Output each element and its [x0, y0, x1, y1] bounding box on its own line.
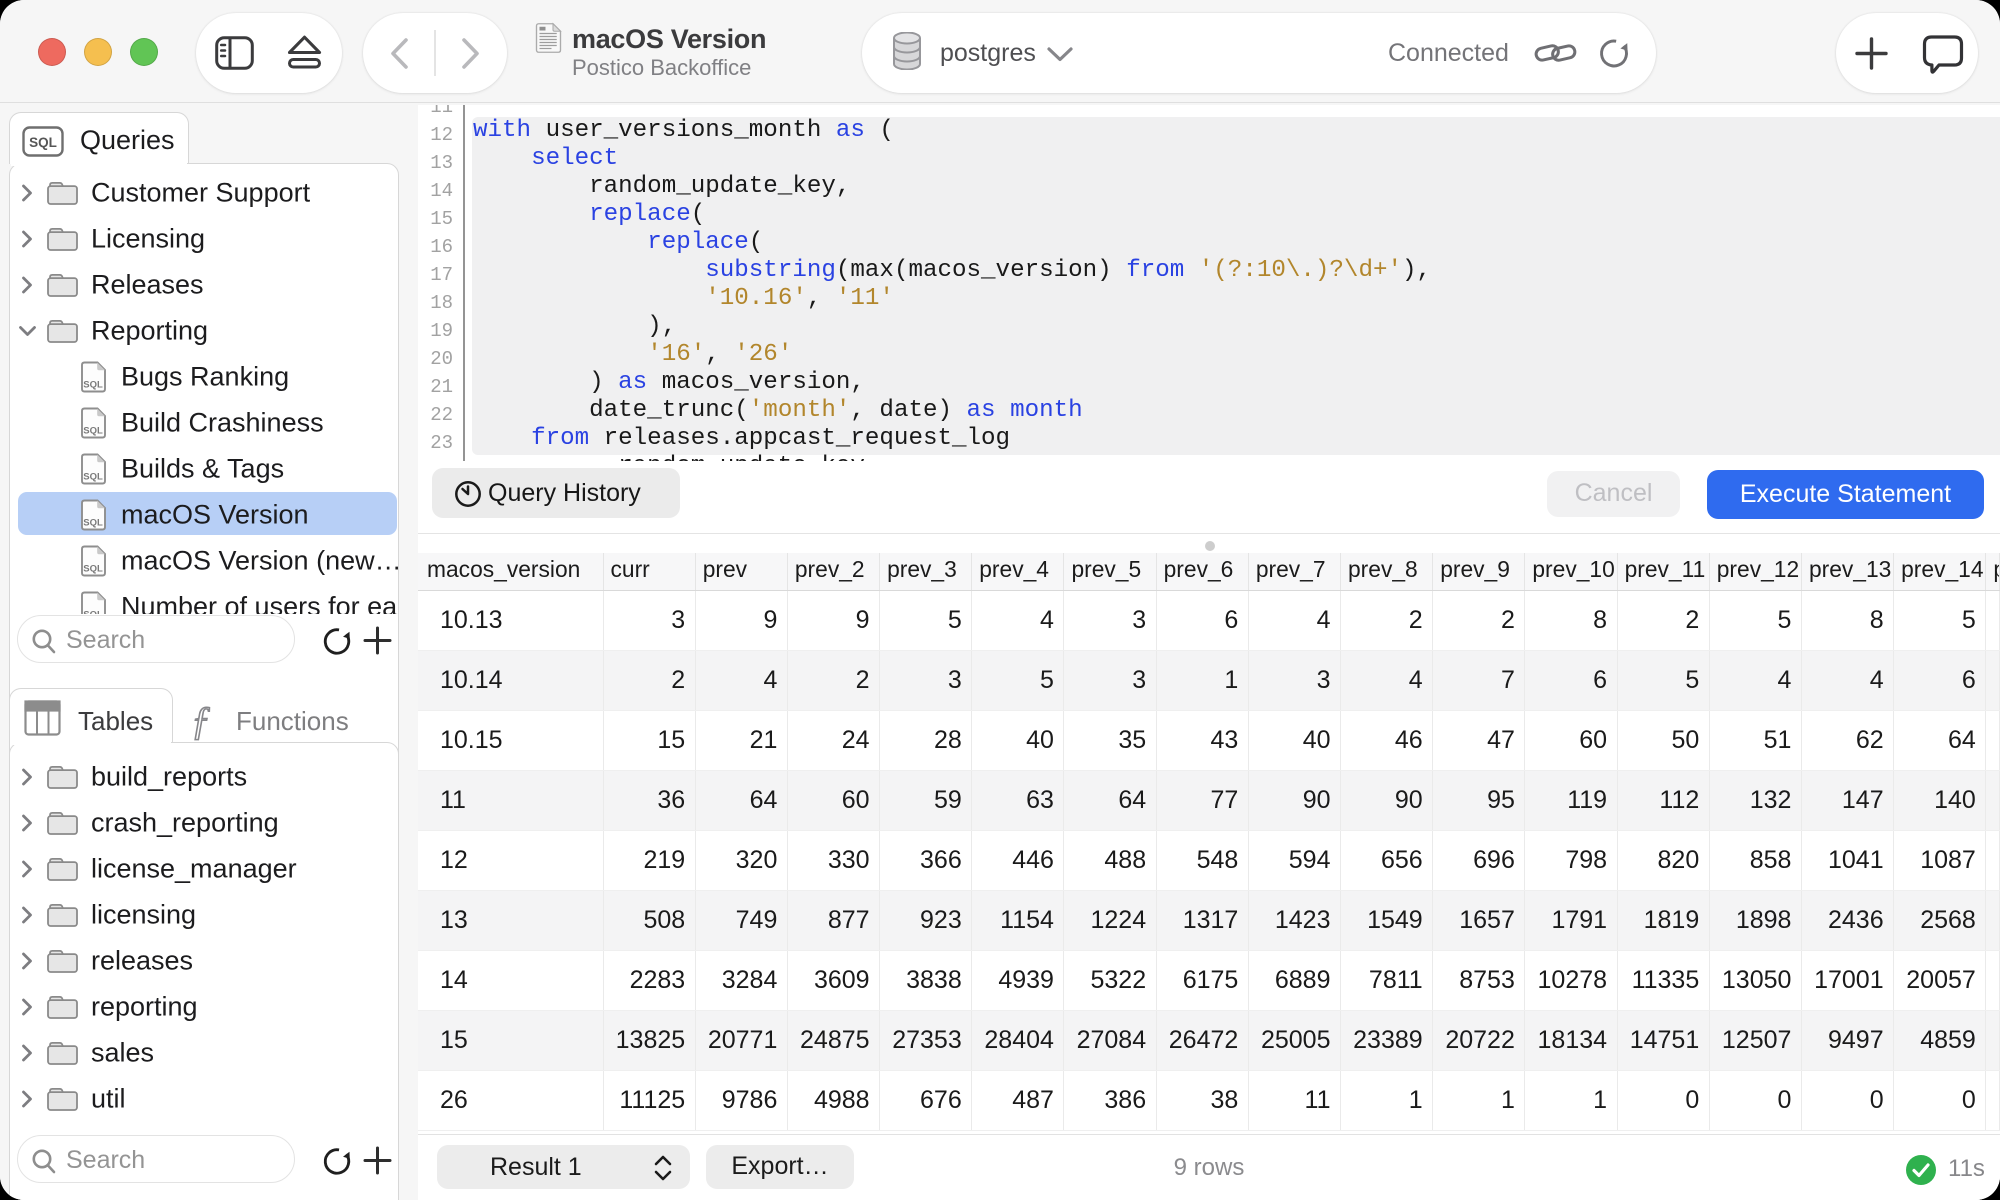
svg-text:ƒ: ƒ [191, 701, 211, 743]
svg-text:SQL: SQL [83, 380, 103, 391]
svg-text:SQL: SQL [83, 518, 103, 529]
svg-text:SQL: SQL [29, 135, 57, 150]
svg-text:SQL: SQL [83, 472, 103, 483]
svg-text:SQL: SQL [83, 426, 103, 437]
svg-text:SQL: SQL [83, 564, 103, 575]
svg-text:SQL: SQL [83, 610, 103, 615]
